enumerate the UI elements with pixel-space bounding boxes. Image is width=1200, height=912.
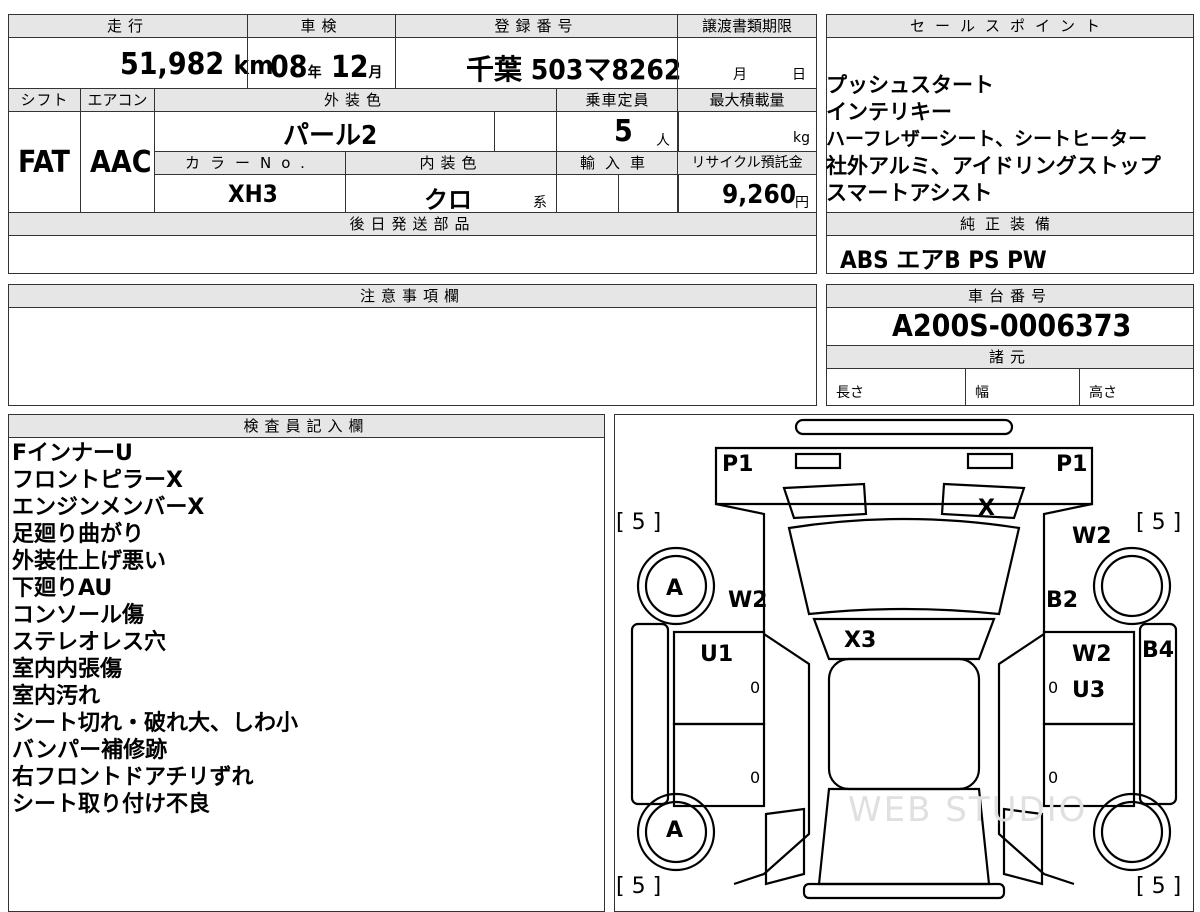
sales-point-item: インテリキー: [826, 100, 952, 124]
capacity-header: 乗車定員: [556, 88, 679, 112]
mileage-number: 51,982: [120, 47, 225, 82]
inspector-notes-list: FインナーU フロントピラーX エンジンメンバーX 足廻り曲がり 外装仕上げ悪い…: [12, 440, 298, 818]
sales-points-header: セールスポイント: [826, 14, 1194, 38]
inspector-header: 検査員記入欄: [8, 414, 605, 438]
interior-color-suffix: 系: [533, 195, 547, 211]
diagram-label-u3: U3: [1072, 678, 1106, 703]
chassis-header: 車台番号: [826, 284, 1194, 308]
transfer-day-unit: 日: [792, 67, 806, 83]
diagram-label-w2-right-top: W2: [1072, 524, 1112, 549]
diagram-label-tire-tr: [ 5 ]: [1136, 510, 1182, 535]
mileage-header: 走行: [8, 14, 248, 38]
inspector-note: FインナーU: [12, 441, 133, 466]
diagram-label-x-top: X: [978, 496, 995, 521]
color-no-header: カラーNo.: [154, 151, 346, 175]
diagram-label-x3: X3: [844, 628, 877, 653]
inspector-note: ステレオレス穴: [12, 630, 167, 655]
diagram-label-tire-br: [ 5 ]: [1136, 874, 1182, 899]
sales-point-item: 社外アルミ、アイドリングストップ: [826, 154, 1161, 178]
later-parts-header: 後日発送部品: [8, 212, 817, 236]
later-parts-cell: [8, 235, 817, 274]
inspector-note: エンジンメンバーX: [12, 495, 205, 520]
diagram-label-a-bottom: A: [666, 818, 684, 843]
aircon-header: エアコン: [80, 88, 155, 112]
registration-header: 登録番号: [395, 14, 678, 38]
registration-value: 千葉 503マ8262: [466, 53, 682, 86]
inspector-note: 足廻り曲がり: [12, 522, 145, 547]
diagram-label-zero-2: 0: [1048, 678, 1059, 697]
diagram-label-w2-left: W2: [728, 588, 768, 613]
watermark: WEB STUDIO: [848, 790, 1088, 830]
inspector-note: フロントピラーX: [12, 468, 183, 493]
inspection-year: 08: [270, 50, 308, 85]
max-load-header: 最大積載量: [677, 88, 817, 112]
inspector-note: 下廻りAU: [12, 576, 113, 601]
recycle-value: 9,260: [722, 180, 796, 210]
diagram-label-tire-bl: [ 5 ]: [616, 874, 662, 899]
shift-header: シフト: [8, 88, 81, 112]
chassis-value: A200S-0006373: [892, 309, 1132, 344]
exterior-color-header: 外装色: [154, 88, 557, 112]
inspector-note: 室内汚れ: [12, 684, 101, 709]
exterior-color-value: パール2: [283, 121, 378, 151]
spec-width-label: 幅: [975, 385, 989, 401]
import-header: 輸入車: [556, 151, 679, 175]
genuine-equipment-value: ABS エアB PS PW: [840, 246, 1047, 274]
import-cell-b: [618, 174, 679, 213]
transfer-month-unit: 月: [733, 67, 747, 83]
diagram-label-p1-left: P1: [722, 452, 754, 477]
exterior-color-aux-cell: [494, 111, 557, 152]
max-load-unit: kg: [793, 130, 810, 146]
diagram-label-a-top: A: [666, 576, 684, 601]
inspection-header: 車検: [247, 14, 396, 38]
interior-color-header: 内装色: [345, 151, 557, 175]
sales-point-item: スマートアシスト: [826, 181, 993, 205]
import-cell-a: [556, 174, 619, 213]
diagram-label-tire-tl: [ 5 ]: [616, 510, 662, 535]
specs-header: 諸元: [826, 345, 1194, 369]
inspector-note: コンソール傷: [12, 603, 145, 628]
capacity-unit: 人: [656, 133, 670, 149]
diagram-label-zero-1: 0: [750, 678, 761, 697]
color-no-value: XH3: [228, 180, 278, 208]
sales-point-item: ハーフレザーシート、シートヒーター: [826, 128, 1148, 150]
notes-header: 注意事項欄: [8, 284, 817, 308]
month-unit: 月: [368, 65, 383, 81]
sales-point-item: プッシュスタート: [826, 73, 994, 97]
diagram-label-zero-3: 0: [750, 768, 761, 787]
spec-length-label: 長さ: [836, 385, 864, 401]
inspection-value: 08年 12月: [270, 50, 383, 85]
diagram-label-p1-right: P1: [1056, 452, 1088, 477]
capacity-value: 5: [614, 114, 633, 149]
inspector-note: バンパー補修跡: [12, 738, 168, 763]
genuine-equipment-header: 純正装備: [826, 212, 1194, 236]
aircon-value: AAC: [90, 145, 152, 180]
interior-color-value: クロ: [424, 186, 472, 214]
inspection-month: 12: [330, 50, 369, 85]
recycle-header: リサイクル預託金: [677, 151, 817, 175]
recycle-unit: 円: [795, 195, 809, 211]
diagram-label-zero-4: 0: [1048, 768, 1059, 787]
sales-points-list: プッシュスタート インテリキー ハーフレザーシート、シートヒーター 社外アルミ、…: [826, 72, 1161, 207]
diagram-label-u1: U1: [700, 642, 734, 667]
inspector-note: 外装仕上げ悪い: [12, 549, 167, 574]
inspector-note: シート切れ・破れ大、しわ小: [12, 711, 299, 736]
diagram-label-b2: B2: [1046, 588, 1079, 613]
transfer-deadline-header: 譲渡書類期限: [677, 14, 817, 38]
shift-value: FAT: [18, 145, 70, 180]
inspector-note: 室内内張傷: [12, 657, 123, 682]
diagram-label-w2-right-mid: W2: [1072, 642, 1112, 667]
diagram-label-b4: B4: [1142, 638, 1175, 663]
year-unit: 年: [307, 65, 322, 81]
spec-height-label: 高さ: [1089, 385, 1117, 401]
notes-cell: [8, 307, 817, 406]
inspector-note: 右フロントドアチリずれ: [12, 765, 254, 790]
inspector-note: シート取り付け不良: [12, 792, 211, 817]
